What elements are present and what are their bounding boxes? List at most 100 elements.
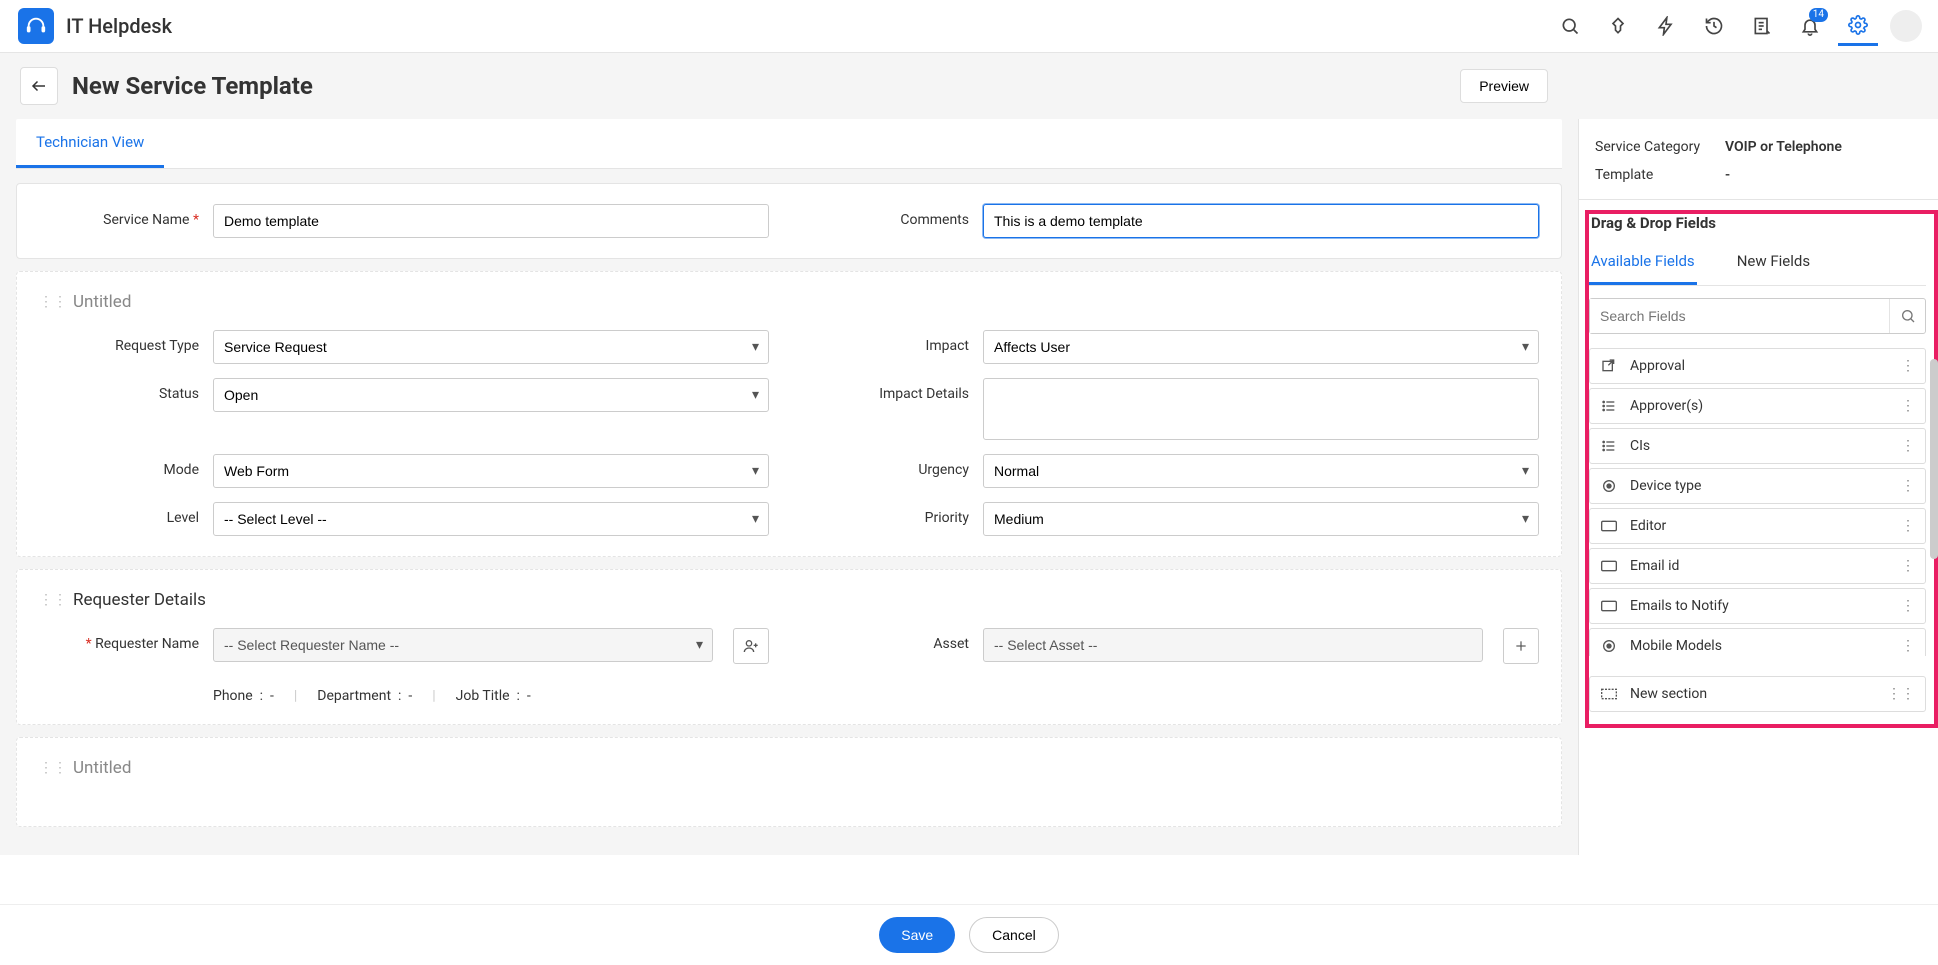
field-search-button[interactable] xyxy=(1889,299,1925,333)
add-requester-button[interactable] xyxy=(733,628,769,664)
field-item-label: Mobile Models xyxy=(1630,638,1722,654)
drag-drop-fields-panel: Drag & Drop Fields Available Fields New … xyxy=(1585,210,1938,728)
comments-input[interactable] xyxy=(983,204,1539,238)
right-pane: Service CategoryVOIP or Telephone Templa… xyxy=(1578,119,1938,855)
drag-grip-icon[interactable]: ⋮ xyxy=(1901,358,1915,374)
status-select[interactable]: Open xyxy=(213,378,769,412)
field-item[interactable]: Approval ⋮ xyxy=(1589,348,1926,384)
drag-grip-icon[interactable]: ⋮⋮ xyxy=(1887,686,1915,702)
bell-icon[interactable]: 14 xyxy=(1790,6,1830,46)
impact-select[interactable]: Affects User xyxy=(983,330,1539,364)
section-untitled-2: ⋮⋮Untitled xyxy=(16,737,1562,827)
mode-label: Mode xyxy=(39,454,199,478)
request-type-label: Request Type xyxy=(39,330,199,354)
field-search-input[interactable] xyxy=(1590,299,1889,333)
avatar[interactable] xyxy=(1886,6,1926,46)
level-label: Level xyxy=(39,502,199,526)
impact-details-textarea[interactable] xyxy=(983,378,1539,440)
field-type-icon xyxy=(1600,358,1618,374)
app-brand: IT Helpdesk xyxy=(18,8,172,44)
field-type-icon xyxy=(1600,398,1618,414)
new-section-item[interactable]: New section ⋮⋮ xyxy=(1589,676,1926,712)
level-select[interactable]: -- Select Level -- xyxy=(213,502,769,536)
meta-service-category: Service CategoryVOIP or Telephone xyxy=(1593,133,1938,161)
gear-icon[interactable] xyxy=(1838,6,1878,46)
field-item[interactable]: Mobile Models ⋮ xyxy=(1589,628,1926,656)
drag-grip-icon[interactable]: ⋮ xyxy=(1901,558,1915,574)
field-item[interactable]: Emails to Notify ⋮ xyxy=(1589,588,1926,624)
app-header: IT Helpdesk 14 xyxy=(0,0,1938,53)
section-untitled-1: ⋮⋮Untitled Request Type Service Request▾… xyxy=(16,271,1562,557)
new-section-label: New section xyxy=(1630,686,1707,702)
field-type-icon xyxy=(1600,520,1618,532)
content-row: Technician View Service Name * Comments … xyxy=(0,119,1938,855)
scrollbar[interactable] xyxy=(1930,359,1938,559)
section-icon xyxy=(1600,688,1618,700)
field-item[interactable]: Approver(s) ⋮ xyxy=(1589,388,1926,424)
field-item[interactable]: Device type⋮ xyxy=(1589,468,1926,504)
service-name-label: Service Name * xyxy=(39,204,199,228)
save-button[interactable]: Save xyxy=(879,917,955,953)
requester-section-title: ⋮⋮Requester Details xyxy=(39,590,1539,618)
field-item-label: Editor xyxy=(1630,518,1666,534)
view-tabs: Technician View xyxy=(16,119,1562,169)
requester-name-label: * Requester Name xyxy=(39,628,199,652)
drag-handle-icon[interactable]: ⋮⋮ xyxy=(39,592,67,608)
field-type-icon xyxy=(1600,438,1618,454)
field-item-label: Approval xyxy=(1630,358,1685,374)
requester-name-select[interactable]: -- Select Requester Name -- xyxy=(213,628,713,662)
field-item-label: Approver(s) xyxy=(1630,398,1703,414)
drag-grip-icon[interactable]: ⋮ xyxy=(1901,398,1915,414)
bolt-icon[interactable] xyxy=(1646,6,1686,46)
field-type-icon xyxy=(1600,478,1618,494)
asset-select[interactable]: -- Select Asset -- xyxy=(983,628,1483,662)
drag-grip-icon[interactable]: ⋮ xyxy=(1901,518,1915,534)
app-name: IT Helpdesk xyxy=(66,14,172,38)
add-asset-button[interactable] xyxy=(1503,628,1539,664)
mode-select[interactable]: Web Form xyxy=(213,454,769,488)
field-item[interactable]: Email id⋮ xyxy=(1589,548,1926,584)
preview-button[interactable]: Preview xyxy=(1460,69,1548,103)
drag-handle-icon[interactable]: ⋮⋮ xyxy=(39,760,67,776)
app-logo-icon xyxy=(18,8,54,44)
field-search xyxy=(1589,298,1926,334)
comments-label: Comments xyxy=(809,204,969,228)
priority-select[interactable]: Medium xyxy=(983,502,1539,536)
field-list: Approval⋮Approver(s)⋮CIs⋮Device type⋮Edi… xyxy=(1589,348,1926,656)
meta-template: Template- xyxy=(1593,161,1938,189)
field-type-icon xyxy=(1600,560,1618,572)
priority-label: Priority xyxy=(809,502,969,526)
service-name-input[interactable] xyxy=(213,204,769,238)
drag-grip-icon[interactable]: ⋮ xyxy=(1901,598,1915,614)
pin-icon[interactable] xyxy=(1598,6,1638,46)
impact-details-label: Impact Details xyxy=(809,378,969,402)
cancel-button[interactable]: Cancel xyxy=(969,917,1059,953)
field-item[interactable]: CIs ⋮ xyxy=(1589,428,1926,464)
bottom-bar: Save Cancel xyxy=(0,904,1938,965)
field-type-icon xyxy=(1600,638,1618,654)
drag-handle-icon[interactable]: ⋮⋮ xyxy=(39,294,67,310)
header-icons: 14 xyxy=(1550,6,1926,46)
request-type-select[interactable]: Service Request xyxy=(213,330,769,364)
field-item[interactable]: Editor ⋮ xyxy=(1589,508,1926,544)
tab-new-fields[interactable]: New Fields xyxy=(1735,242,1812,285)
impact-label: Impact xyxy=(809,330,969,354)
history-icon[interactable] xyxy=(1694,6,1734,46)
field-item-label: CIs xyxy=(1630,438,1650,454)
drag-grip-icon[interactable]: ⋮ xyxy=(1901,638,1915,654)
notes-icon[interactable] xyxy=(1742,6,1782,46)
drag-grip-icon[interactable]: ⋮ xyxy=(1901,478,1915,494)
field-item-label: Emails to Notify xyxy=(1630,598,1729,614)
drag-grip-icon[interactable]: ⋮ xyxy=(1901,438,1915,454)
tab-available-fields[interactable]: Available Fields xyxy=(1589,242,1697,285)
back-button[interactable] xyxy=(20,67,58,105)
urgency-select[interactable]: Normal xyxy=(983,454,1539,488)
notif-badge: 14 xyxy=(1809,8,1828,22)
search-icon[interactable] xyxy=(1550,6,1590,46)
page-title: New Service Template xyxy=(72,72,313,100)
field-tabs: Available Fields New Fields xyxy=(1589,242,1926,286)
urgency-label: Urgency xyxy=(809,454,969,478)
section-basic: Service Name * Comments xyxy=(16,183,1562,259)
tab-technician-view[interactable]: Technician View xyxy=(16,119,164,168)
section-untitled-title-2: ⋮⋮Untitled xyxy=(39,758,1539,786)
